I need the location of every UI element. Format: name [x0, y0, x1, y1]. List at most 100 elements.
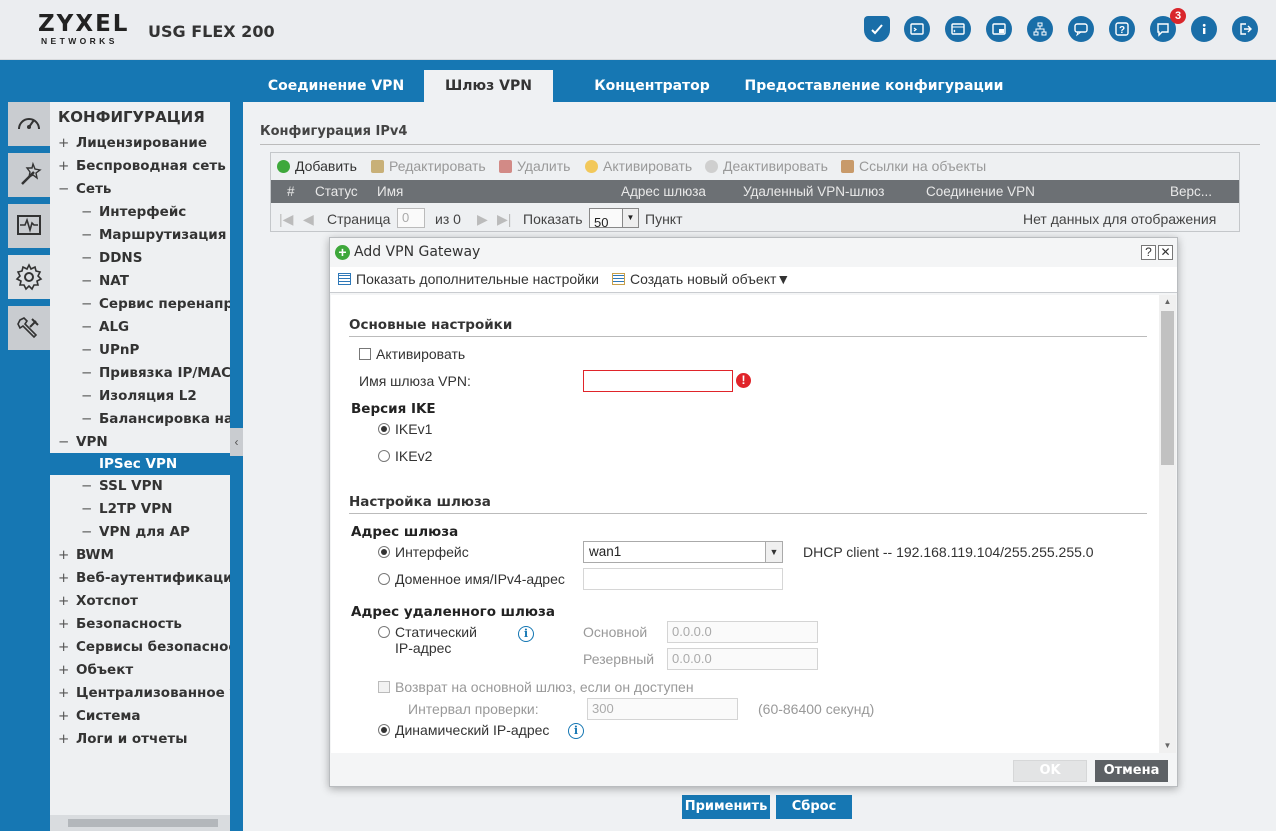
nav-item-l2tp-vpn[interactable]: − L2TP VPN — [81, 498, 172, 520]
fallback-checkbox[interactable] — [378, 681, 390, 693]
nav-item-upnp[interactable]: − UPnP — [81, 339, 139, 361]
activate-checkbox[interactable] — [359, 348, 371, 360]
object-references-button[interactable]: Ссылки на объекты — [841, 158, 986, 174]
scroll-up-icon[interactable]: ▲ — [1159, 295, 1176, 309]
activate-button[interactable]: Активировать — [585, 158, 692, 174]
col-status[interactable]: Статус — [315, 184, 358, 199]
delete-button[interactable]: Удалить — [499, 158, 570, 174]
cancel-button[interactable]: Отмена — [1095, 760, 1168, 782]
logout-icon[interactable] — [1232, 16, 1258, 42]
reset-button[interactable]: Сброс — [776, 795, 852, 819]
nav-item-object[interactable]: + Объект — [58, 659, 133, 681]
gateway-name-input[interactable] — [583, 370, 733, 392]
maintenance-icon[interactable] — [8, 306, 50, 350]
create-object-button[interactable]: Создать новый объект▼ — [612, 271, 790, 287]
backup-input[interactable]: 0.0.0.0 — [667, 648, 818, 670]
gateway-name-label: Имя шлюза VPN: — [359, 373, 471, 389]
bulb-on-icon — [585, 160, 598, 173]
nav-item-routing[interactable]: − Маршрутизация — [81, 224, 226, 246]
nav-item-licensing[interactable]: + Лицензирование — [58, 132, 207, 154]
nav-item-central-management[interactable]: +Централизованное уп — [58, 682, 230, 704]
col-remote-gateway[interactable]: Удаленный VPN-шлюз — [743, 184, 884, 199]
nav-item-system[interactable]: + Система — [58, 705, 141, 727]
static-ip-radio[interactable] — [378, 626, 390, 638]
interface-radio[interactable] — [378, 546, 390, 558]
scroll-down-icon[interactable]: ▼ — [1159, 739, 1176, 753]
scrollbar-thumb[interactable] — [1161, 311, 1174, 465]
nav-item-load-balancing[interactable]: − Балансировка наг — [81, 408, 230, 430]
ok-button[interactable]: OK — [1013, 760, 1087, 782]
sitemap-icon[interactable] — [1027, 16, 1053, 42]
nav-item-network[interactable]: − Сеть — [58, 178, 111, 200]
nav-item-security-services[interactable]: + Сервисы безопасност — [58, 636, 230, 658]
trash-icon — [499, 160, 512, 173]
check-interval-input[interactable]: 300 — [587, 698, 738, 720]
domain-input[interactable] — [583, 568, 783, 590]
add-button[interactable]: Добавить — [277, 158, 357, 174]
nav-item-vpn[interactable]: − VPN — [58, 431, 108, 453]
nav-item-wireless[interactable]: + Беспроводная сеть — [58, 155, 226, 177]
tab-vpn-gateway[interactable]: Шлюз VPN — [424, 70, 553, 102]
window-icon[interactable] — [986, 16, 1012, 42]
cli-icon[interactable] — [945, 16, 971, 42]
nav-item-interface[interactable]: − Интерфейс — [81, 201, 186, 223]
chat-icon[interactable] — [1068, 16, 1094, 42]
nav-item-security[interactable]: + Безопасность — [58, 613, 182, 635]
configuration-icon[interactable] — [8, 255, 50, 299]
activate-label: Активировать — [376, 346, 466, 362]
primary-input[interactable]: 0.0.0.0 — [667, 621, 818, 643]
apply-button[interactable]: Применить — [682, 795, 770, 819]
nav-item-ip-mac-binding[interactable]: − Привязка IP/MAC — [81, 362, 230, 384]
col-version[interactable]: Верс... — [1170, 184, 1212, 199]
dialog-scrollbar[interactable]: ▲ ▼ — [1159, 295, 1176, 753]
page-input[interactable]: 0 — [397, 208, 425, 228]
page-size-select[interactable]: 50 ▼ — [589, 208, 639, 230]
close-button[interactable]: ✕ — [1158, 245, 1173, 260]
info-icon[interactable]: i — [518, 626, 534, 642]
dashboard-icon[interactable] — [8, 102, 50, 146]
nav-item-redirect-service[interactable]: − Сервис перенапра — [81, 293, 230, 315]
first-page-icon[interactable]: |◀ — [279, 211, 293, 228]
last-page-icon[interactable]: ▶| — [497, 211, 511, 228]
info-icon[interactable] — [1191, 16, 1217, 42]
nav-item-web-auth[interactable]: + Веб-аутентификация — [58, 567, 230, 589]
col-number[interactable]: # — [287, 184, 295, 199]
info-icon[interactable]: i — [568, 723, 584, 739]
help-icon[interactable]: ? — [1109, 16, 1135, 42]
next-page-icon[interactable]: ▶ — [477, 211, 488, 228]
show-advanced-button[interactable]: Показать дополнительные настройки — [338, 271, 599, 287]
dynamic-ip-radio[interactable] — [378, 724, 390, 736]
nav-item-ssl-vpn[interactable]: − SSL VPN — [81, 475, 163, 497]
col-name[interactable]: Имя — [377, 184, 403, 199]
tab-concentrator[interactable]: Концентратор — [583, 70, 721, 102]
interface-select[interactable]: wan1 ▼ — [583, 541, 783, 563]
edit-button[interactable]: Редактировать — [371, 158, 486, 174]
nav-item-logs-reports[interactable]: + Логи и отчеты — [58, 728, 187, 750]
domain-radio[interactable] — [378, 573, 390, 585]
ikev2-radio[interactable] — [378, 450, 390, 462]
monitor-icon[interactable] — [8, 204, 50, 248]
col-vpn-connection[interactable]: Соединение VPN — [926, 184, 1035, 199]
collapse-nav-button[interactable]: ‹ — [230, 428, 243, 456]
col-gateway-address[interactable]: Адрес шлюза — [621, 184, 706, 199]
nav-item-ipsec-vpn[interactable]: IPSec VPN — [50, 453, 230, 475]
nav-item-alg[interactable]: − ALG — [81, 316, 129, 338]
ikev1-radio[interactable] — [378, 423, 390, 435]
nav-item-hotspot[interactable]: + Хотспот — [58, 590, 138, 612]
shield-icon[interactable] — [864, 16, 890, 42]
nav-item-ddns[interactable]: − DDNS — [81, 247, 142, 269]
deactivate-button[interactable]: Деактивировать — [705, 158, 828, 174]
tab-vpn-connection[interactable]: Соединение VPN — [258, 70, 414, 102]
wizard-icon[interactable] — [8, 153, 50, 197]
nav-item-l2-isolation[interactable]: − Изоляция L2 — [81, 385, 197, 407]
scrollbar-thumb[interactable] — [68, 819, 218, 827]
nav-item-nat[interactable]: − NAT — [81, 270, 129, 292]
help-button[interactable]: ? — [1141, 245, 1156, 260]
nav-item-bwm[interactable]: + BWM — [58, 544, 114, 566]
nav-horizontal-scrollbar[interactable] — [50, 815, 230, 831]
nav-item-vpn-for-ap[interactable]: − VPN для AP — [81, 521, 190, 543]
error-icon: ! — [736, 373, 751, 388]
prev-page-icon[interactable]: ◀ — [303, 211, 314, 228]
console-icon[interactable] — [904, 16, 930, 42]
tab-config-provisioning[interactable]: Предоставление конфигурации — [738, 70, 1010, 102]
